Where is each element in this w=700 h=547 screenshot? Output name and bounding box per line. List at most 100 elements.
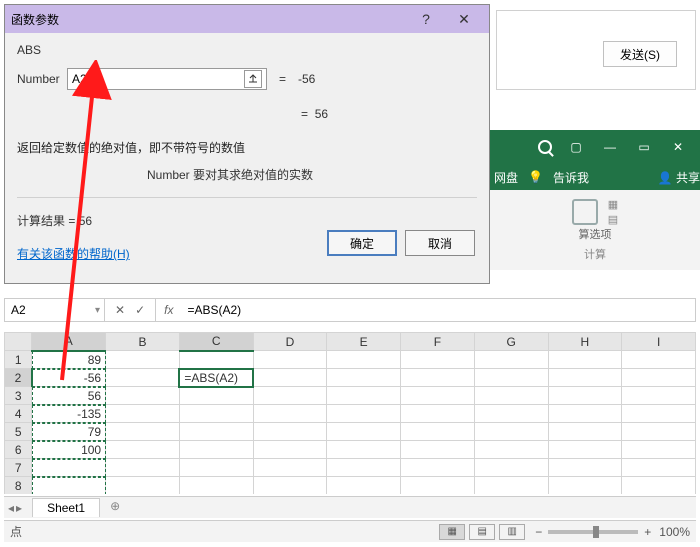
cell[interactable] [327, 477, 401, 495]
cell[interactable] [401, 351, 475, 369]
cell[interactable] [401, 387, 475, 405]
col-header[interactable]: I [622, 333, 696, 351]
spreadsheet-grid[interactable]: ABCDEFGHI1892-56=ABS(A2)3564-13557961007… [4, 332, 696, 494]
row-header[interactable]: 7 [5, 459, 32, 477]
cell[interactable] [179, 387, 253, 405]
row-header[interactable]: 2 [5, 369, 32, 387]
cell[interactable] [253, 369, 327, 387]
cell[interactable]: =ABS(A2) [179, 369, 253, 387]
cell[interactable] [401, 423, 475, 441]
cell[interactable]: 79 [32, 423, 106, 441]
col-header[interactable]: E [327, 333, 401, 351]
cell[interactable] [622, 459, 696, 477]
add-sheet-icon[interactable]: ⊕ [104, 499, 126, 517]
row-header[interactable]: 6 [5, 441, 32, 459]
cell[interactable] [548, 405, 622, 423]
cell[interactable] [401, 441, 475, 459]
help-icon[interactable]: ? [407, 5, 445, 33]
cell[interactable] [253, 423, 327, 441]
cell[interactable] [327, 387, 401, 405]
cell[interactable] [179, 459, 253, 477]
cell[interactable] [401, 369, 475, 387]
cell[interactable] [622, 423, 696, 441]
view-normal-icon[interactable]: ▦ [439, 524, 465, 540]
view-pagebreak-icon[interactable]: ▥ [499, 524, 525, 540]
col-header[interactable]: A [32, 333, 106, 351]
function-help-link[interactable]: 有关该函数的帮助(H) [17, 245, 130, 262]
fx-icon[interactable]: fx [156, 303, 181, 317]
cell[interactable] [474, 477, 548, 495]
cell[interactable] [106, 387, 180, 405]
send-button[interactable]: 发送(S) [603, 41, 677, 67]
cell[interactable] [327, 423, 401, 441]
cell[interactable] [474, 405, 548, 423]
enter-formula-icon[interactable]: ✓ [135, 303, 145, 317]
cell[interactable] [622, 477, 696, 495]
cell[interactable] [548, 459, 622, 477]
cell[interactable] [474, 423, 548, 441]
cell[interactable] [179, 423, 253, 441]
cell[interactable] [474, 459, 548, 477]
cell[interactable] [106, 441, 180, 459]
collapse-dialog-icon[interactable] [244, 70, 262, 88]
cancel-button[interactable]: 取消 [405, 230, 475, 256]
calc-now-icon[interactable]: ▦ [608, 198, 618, 211]
row-header[interactable]: 8 [5, 477, 32, 495]
cell[interactable] [548, 441, 622, 459]
cell[interactable] [253, 351, 327, 369]
col-header[interactable]: H [548, 333, 622, 351]
cell[interactable]: 100 [32, 441, 106, 459]
cell[interactable] [327, 459, 401, 477]
close-icon[interactable]: ✕ [445, 5, 483, 33]
cell[interactable] [548, 387, 622, 405]
cell[interactable] [106, 369, 180, 387]
number-arg-input[interactable] [72, 72, 244, 86]
cell[interactable] [106, 423, 180, 441]
cell[interactable] [106, 477, 180, 495]
calc-sheet-icon[interactable]: ▤ [608, 213, 618, 226]
cell[interactable] [179, 477, 253, 495]
tell-me-label[interactable]: 告诉我 [553, 169, 589, 186]
cell[interactable] [622, 351, 696, 369]
cell[interactable] [106, 459, 180, 477]
cell[interactable] [622, 405, 696, 423]
cell[interactable] [253, 441, 327, 459]
cell[interactable] [474, 387, 548, 405]
sheet-nav-next-icon[interactable]: ▸ [16, 501, 22, 515]
select-all-corner[interactable] [5, 333, 32, 351]
col-header[interactable]: C [179, 333, 253, 351]
cell[interactable] [179, 351, 253, 369]
dialog-title-bar[interactable]: 函数参数 ? ✕ [5, 5, 489, 33]
cell[interactable] [253, 459, 327, 477]
zoom-out-icon[interactable]: − [535, 525, 542, 539]
cell[interactable] [32, 477, 106, 495]
cell[interactable] [106, 405, 180, 423]
cell[interactable]: 56 [32, 387, 106, 405]
col-header[interactable]: D [253, 333, 327, 351]
window-restore-icon[interactable]: ▢ [566, 137, 586, 157]
cell[interactable] [253, 477, 327, 495]
row-header[interactable]: 1 [5, 351, 32, 369]
window-maximize-icon[interactable]: ▭ [634, 137, 654, 157]
sheet-tab[interactable]: Sheet1 [32, 498, 100, 517]
cell[interactable] [622, 369, 696, 387]
window-close-icon[interactable]: ✕ [668, 137, 688, 157]
cell[interactable] [327, 441, 401, 459]
cell[interactable] [32, 459, 106, 477]
cell[interactable] [474, 441, 548, 459]
ribbon-tab-wangpan[interactable]: 网盘 [494, 169, 518, 186]
cancel-formula-icon[interactable]: ✕ [115, 303, 125, 317]
col-header[interactable]: F [401, 333, 475, 351]
cell[interactable] [179, 405, 253, 423]
cell[interactable] [401, 459, 475, 477]
cell[interactable] [474, 369, 548, 387]
search-icon[interactable] [538, 140, 552, 154]
zoom-level[interactable]: 100% [659, 525, 690, 539]
cell[interactable]: -135 [32, 405, 106, 423]
cell[interactable] [253, 405, 327, 423]
calc-options-icon[interactable] [572, 199, 598, 225]
row-header[interactable]: 5 [5, 423, 32, 441]
sheet-nav-prev-icon[interactable]: ◂ [8, 501, 14, 515]
row-header[interactable]: 4 [5, 405, 32, 423]
cell[interactable]: -56 [32, 369, 106, 387]
